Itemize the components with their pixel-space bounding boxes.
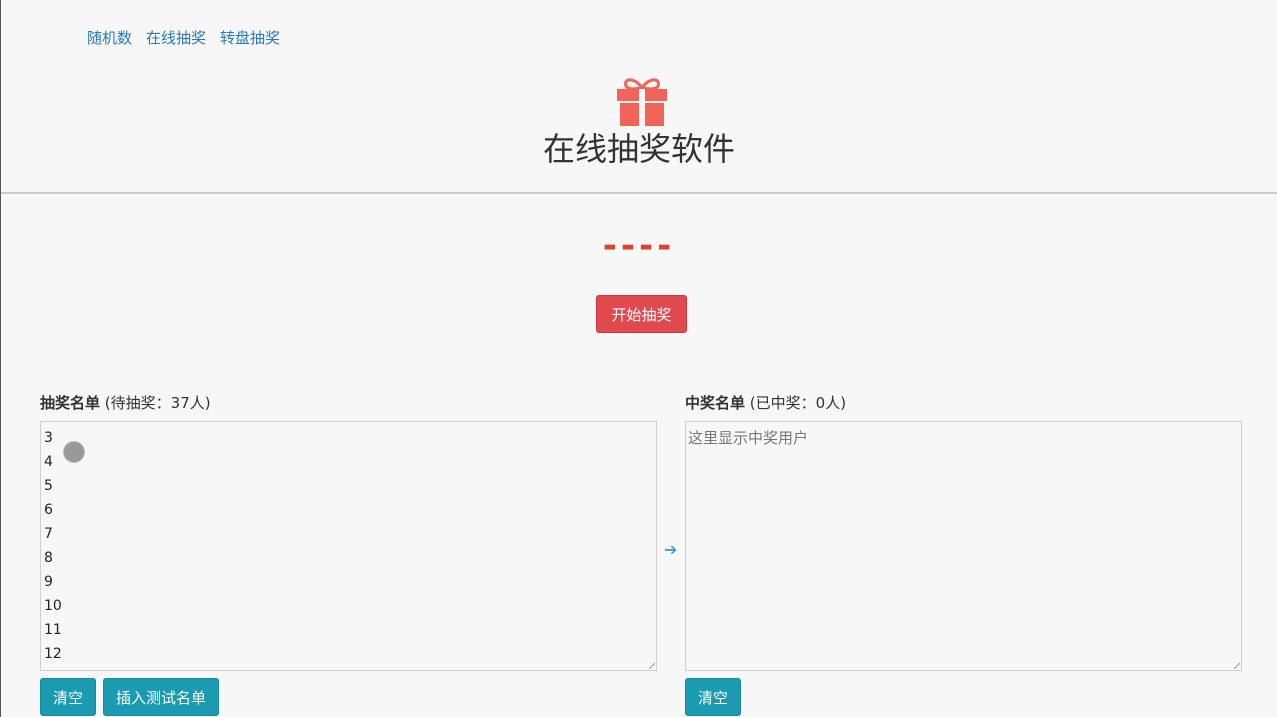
list-item: 6 bbox=[44, 502, 53, 518]
gift-icon bbox=[617, 78, 667, 126]
winners-title: 中奖名单 bbox=[685, 394, 746, 412]
nav-item-wheel-lottery[interactable]: 转盘抽奖 bbox=[220, 27, 280, 48]
resize-handle[interactable] bbox=[649, 663, 655, 669]
pool-textarea[interactable]: 3 4 5 6 7 8 9 10 11 12 bbox=[40, 421, 657, 671]
clear-winners-button[interactable]: 清空 bbox=[685, 678, 742, 716]
header: 随机数 在线抽奖 转盘抽奖 在线抽奖软件 bbox=[1, 0, 1277, 194]
list-item: 11 bbox=[44, 622, 62, 638]
nav-item-online-lottery[interactable]: 在线抽奖 bbox=[146, 27, 206, 48]
start-draw-button[interactable]: 开始抽奖 bbox=[596, 295, 687, 333]
page-title: 在线抽奖软件 bbox=[542, 130, 735, 168]
resize-handle[interactable] bbox=[1234, 663, 1240, 669]
draw-result: ---- bbox=[602, 226, 676, 266]
list-item: 3 bbox=[44, 430, 53, 446]
list-item: 4 bbox=[44, 454, 53, 470]
clear-pool-button[interactable]: 清空 bbox=[40, 678, 97, 716]
list-item: 12 bbox=[44, 646, 62, 662]
list-item: 5 bbox=[44, 478, 53, 494]
cursor-indicator bbox=[63, 441, 85, 463]
winners-label: 中奖名单 (已中奖：0人) bbox=[685, 392, 846, 413]
pool-label: 抽奖名单 (待抽奖：37人) bbox=[40, 392, 211, 413]
list-item: 10 bbox=[44, 598, 62, 614]
top-nav: 随机数 在线抽奖 转盘抽奖 bbox=[87, 27, 280, 48]
insert-test-list-button[interactable]: 插入测试名单 bbox=[103, 678, 220, 716]
pool-count: (待抽奖：37人) bbox=[104, 394, 211, 412]
pool-entries: 3 4 5 6 7 8 9 10 11 12 bbox=[41, 422, 656, 666]
pool-title: 抽奖名单 bbox=[40, 394, 101, 412]
winners-count: (已中奖：0人) bbox=[749, 394, 847, 412]
list-item: 8 bbox=[44, 550, 53, 566]
nav-item-random-number[interactable]: 随机数 bbox=[87, 27, 132, 48]
winners-placeholder: 这里显示中奖用户 bbox=[688, 429, 809, 447]
list-item: 7 bbox=[44, 526, 53, 542]
arrow-right-icon: ➔ bbox=[664, 540, 678, 559]
lottery-page: 随机数 在线抽奖 转盘抽奖 在线抽奖软件 ---- 开始抽奖 抽奖名单 (待抽奖… bbox=[0, 0, 1277, 717]
list-item: 9 bbox=[44, 574, 53, 590]
winners-textarea[interactable]: 这里显示中奖用户 bbox=[685, 421, 1242, 671]
